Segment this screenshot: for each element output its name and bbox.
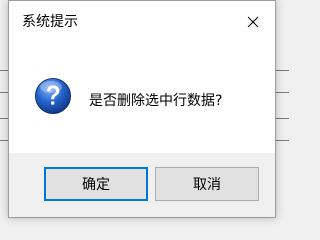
cancel-button-label: 取消	[193, 177, 221, 193]
question-icon	[35, 78, 71, 114]
ok-button-label: 确定	[82, 177, 110, 193]
dialog-message: 是否删除选中行数据?	[89, 93, 223, 109]
dialog-titlebar[interactable]: 系统提示	[9, 1, 275, 43]
dialog-button-bar: 确定 取消	[9, 153, 275, 217]
ok-button[interactable]: 确定	[44, 167, 148, 201]
confirm-dialog: 系统提示 是否删除选中行数据? 确定 取消	[8, 0, 276, 218]
close-icon	[247, 16, 259, 28]
close-button[interactable]	[231, 1, 275, 43]
dialog-title: 系统提示	[22, 14, 78, 30]
dialog-content: 是否删除选中行数据?	[9, 43, 275, 153]
cancel-button[interactable]: 取消	[155, 167, 259, 201]
